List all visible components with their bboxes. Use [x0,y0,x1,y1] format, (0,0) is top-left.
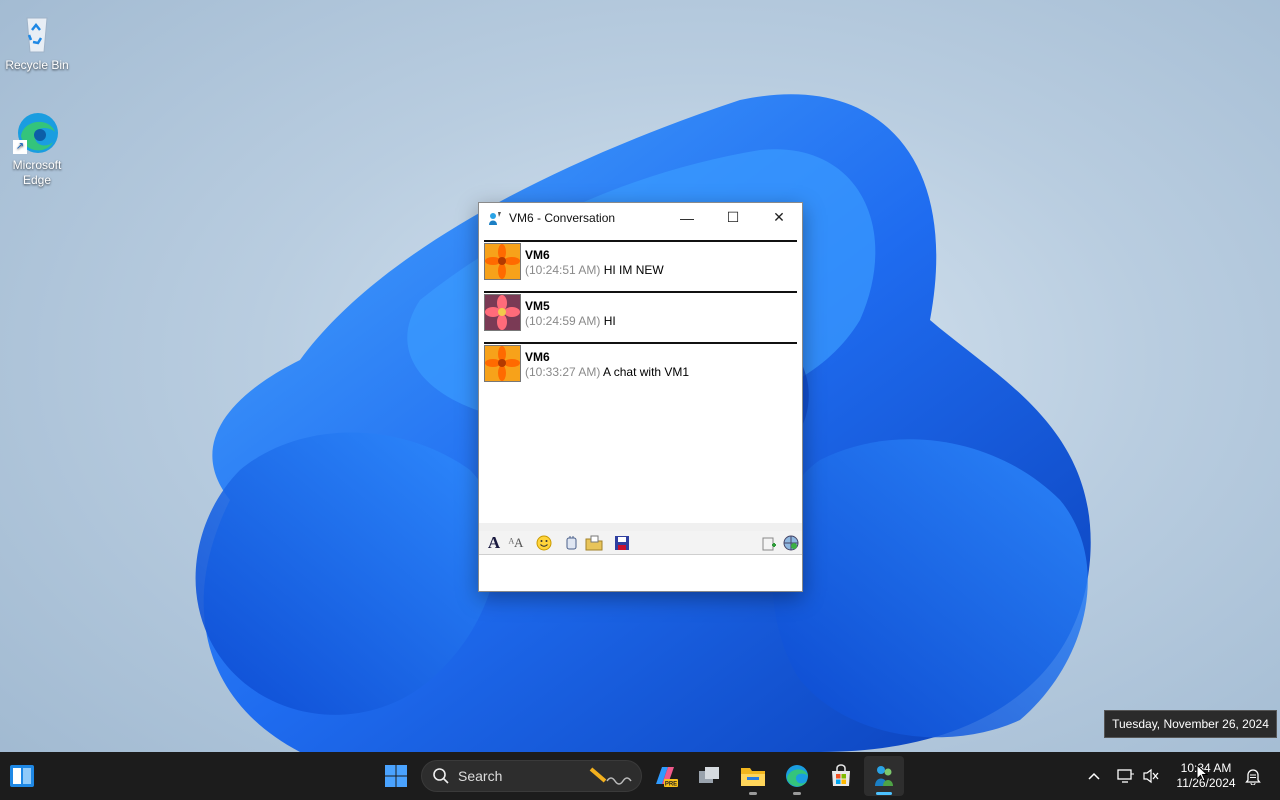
edge-taskbar-button[interactable] [777,756,817,796]
running-indicator [749,792,757,795]
message-sender: VM5 [525,299,550,313]
emoticon-button[interactable] [533,533,555,553]
clipboard-add-icon [762,537,776,550]
avatar-orange-flower-icon [484,345,521,382]
message-time: (10:24:51 AM) [525,263,601,277]
globe-status-icon [783,535,799,550]
window-titlebar[interactable]: VM6 - Conversation — ☐ ✕ [479,203,802,232]
hand-icon [566,535,577,549]
window-title: VM6 - Conversation [509,210,616,225]
nudge-button[interactable] [561,533,583,553]
copilot-icon: PRE [656,767,678,788]
message-item: VM6 (10:24:51 AM) HI IM NEW [484,240,797,291]
widgets-icon [10,765,34,787]
text-color-button[interactable]: ᴬA [505,533,527,553]
mouse-cursor-icon [1196,764,1208,782]
search-label: Search [458,768,503,784]
recycle-bin-icon [13,8,61,56]
file-explorer-button[interactable] [733,756,773,796]
smiley-icon [536,535,552,550]
microsoft-edge-label: Microsoft Edge [12,158,62,187]
message-time: (10:33:27 AM) [525,365,601,379]
compose-toolbar: A ᴬA [479,531,802,555]
pane-splitter[interactable] [479,523,802,536]
show-hidden-icons-chevron-icon[interactable] [1084,766,1104,786]
message-text: A chat with VM1 [603,365,690,379]
message-input[interactable] [479,556,802,591]
date-tooltip: Tuesday, November 26, 2024 [1104,710,1277,738]
messenger-icon [875,766,893,786]
folder-icon [585,535,603,550]
avatar-orange-flower-icon [484,243,521,280]
message-item: VM6 (10:33:27 AM) A chat with VM1 [484,342,797,393]
svg-text:PRE: PRE [665,782,677,788]
running-indicator [793,792,801,795]
taskbar: Search PRE 10:34 AM 11/26/2024 [0,752,1280,800]
message-sender: VM6 [525,248,550,262]
microsoft-store-icon [832,764,850,786]
save-button[interactable] [611,533,633,553]
file-explorer-icon [741,768,765,786]
network-icon[interactable] [1115,766,1135,786]
search-highlight-icon [589,767,632,785]
message-text: HI [603,314,616,328]
floppy-disk-icon [615,535,629,550]
taskbar-search[interactable]: Search [421,760,642,792]
start-button[interactable] [376,756,416,796]
widgets-button[interactable] [2,756,42,796]
message-list[interactable]: VM6 (10:24:51 AM) HI IM NEW VM5 (10:24:5… [484,240,797,522]
copilot-button[interactable]: PRE [645,756,685,796]
messenger-app-icon [487,210,503,226]
close-button[interactable]: ✕ [756,203,802,232]
message-sender: VM6 [525,350,550,364]
maximize-button[interactable]: ☐ [710,203,756,232]
running-indicator [876,792,892,795]
recycle-bin-label: Recycle Bin [5,58,69,72]
windows-start-icon [385,765,407,787]
messenger-taskbar-button[interactable] [864,756,904,796]
message-item: VM5 (10:24:59 AM) HI [484,291,797,342]
minimize-button[interactable]: — [664,203,710,232]
search-icon [433,768,449,784]
edge-icon: ↗ [13,108,61,156]
message-time: (10:24:59 AM) [525,314,601,328]
message-text: HI IM NEW [603,263,664,277]
desktop-icon-microsoft-edge[interactable]: ↗ Microsoft Edge [2,108,72,188]
font-button[interactable]: A [483,533,505,553]
avatar-pink-flower-icon [484,294,521,331]
store-button[interactable] [821,756,861,796]
edge-icon [786,765,808,787]
copy-button[interactable] [758,533,780,553]
task-view-button[interactable] [689,756,729,796]
conversation-window: VM6 - Conversation — ☐ ✕ VM6 (10:24:51 A… [478,202,803,592]
send-file-button[interactable] [583,533,605,553]
task-view-icon [699,767,719,783]
status-button[interactable] [780,533,802,553]
notification-bell-icon[interactable] [1243,766,1263,786]
desktop-icon-recycle-bin[interactable]: Recycle Bin [2,8,72,73]
volume-muted-icon[interactable] [1141,766,1161,786]
